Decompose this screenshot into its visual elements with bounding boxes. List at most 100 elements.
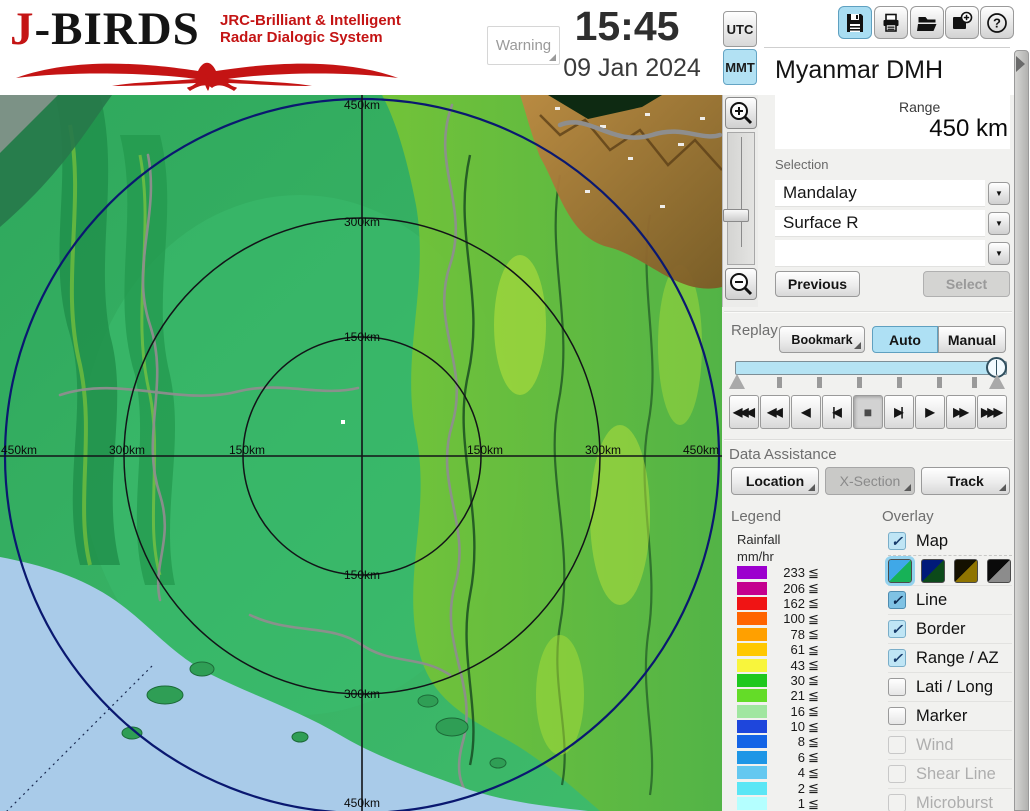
- overlay-item-microburst: Microburst: [888, 789, 1012, 811]
- legend-color-swatch: [737, 735, 767, 748]
- checkbox-border[interactable]: ✓: [888, 620, 906, 638]
- overlay-item-lati-long[interactable]: Lati / Long: [888, 673, 1012, 702]
- legend-row: 2≦: [737, 780, 832, 795]
- clock-time: 15:45: [566, 3, 688, 50]
- print-button[interactable]: [874, 6, 908, 39]
- bookmark-button[interactable]: Bookmark: [779, 326, 865, 353]
- fast-rewind-button[interactable]: ◀◀: [760, 395, 790, 429]
- legend-row: 30≦: [737, 673, 832, 688]
- warning-button[interactable]: Warning: [487, 26, 560, 65]
- checkbox-lati-long[interactable]: [888, 678, 906, 696]
- station-name: Myanmar DMH: [775, 56, 943, 85]
- legend-color-swatch: [737, 797, 767, 810]
- ring-label: 150km: [339, 568, 385, 582]
- legend-row: 206≦: [737, 580, 832, 595]
- logo-birds: -BIRDS: [35, 3, 200, 55]
- map-style-swatch[interactable]: [888, 559, 912, 583]
- checkbox-wind: [888, 736, 906, 754]
- save-button[interactable]: [838, 6, 872, 39]
- overlay-item-wind: Wind: [888, 731, 1012, 760]
- legend-row: 6≦: [737, 750, 832, 765]
- legend-color-swatch: [737, 689, 767, 702]
- separator: [724, 439, 1012, 441]
- legend-color-swatch: [737, 659, 767, 672]
- select-button[interactable]: Select: [923, 271, 1010, 297]
- ring-label: 150km: [224, 443, 270, 457]
- help-button[interactable]: ?: [980, 6, 1014, 39]
- open-file-button[interactable]: [910, 6, 944, 39]
- zoom-in-icon: [728, 100, 754, 126]
- checkbox-range-az[interactable]: ✓: [888, 649, 906, 667]
- checkbox-microburst: [888, 794, 906, 811]
- skip-to-end-button[interactable]: ▶▶▶: [977, 395, 1007, 429]
- product-dropdown-button[interactable]: ▼: [988, 212, 1010, 235]
- site-select-field[interactable]: Mandalay: [775, 180, 985, 207]
- location-button[interactable]: Location: [731, 467, 819, 495]
- step-forward-button[interactable]: ▶|: [884, 395, 914, 429]
- zoom-slider-thumb[interactable]: [723, 209, 749, 222]
- mmt-button[interactable]: MMT: [723, 49, 757, 85]
- previous-button[interactable]: Previous: [775, 271, 860, 297]
- overlay-item-line[interactable]: ✓ Line: [888, 586, 1012, 615]
- overlay-item-marker[interactable]: Marker: [888, 702, 1012, 731]
- replay-timeline-slider[interactable]: [735, 361, 1007, 375]
- timeline-end-marker[interactable]: [989, 374, 1005, 389]
- print-icon: [880, 12, 902, 34]
- checkbox-line[interactable]: ✓: [888, 591, 906, 609]
- option-dropdown-button[interactable]: ▼: [988, 242, 1010, 265]
- export-image-button[interactable]: [945, 6, 979, 39]
- timeline-start-marker[interactable]: [729, 374, 745, 389]
- eagle-icon: [12, 52, 402, 92]
- x-section-button[interactable]: X-Section: [825, 467, 915, 495]
- stop-button[interactable]: ■: [853, 395, 883, 429]
- checkbox-map[interactable]: ✓: [888, 532, 906, 550]
- manual-mode-button[interactable]: Manual: [938, 326, 1006, 353]
- overlay-item-border[interactable]: ✓ Border: [888, 615, 1012, 644]
- panel-scrollbar[interactable]: [1014, 50, 1029, 811]
- collapse-panel-arrow-icon[interactable]: [1016, 56, 1025, 72]
- timeline-tick: [857, 377, 862, 388]
- zoom-slider-track[interactable]: [727, 132, 755, 265]
- timeline-tick: [897, 377, 902, 388]
- legend-row: 4≦: [737, 765, 832, 780]
- legend-color-swatch: [737, 751, 767, 764]
- check-icon: ✓: [891, 533, 903, 550]
- range-value: 450 km: [875, 115, 1008, 143]
- overlay-item-map[interactable]: ✓ Map: [888, 527, 1012, 556]
- ring-label: 300km: [339, 687, 385, 701]
- step-back-button[interactable]: |◀: [822, 395, 852, 429]
- legend-color-swatch: [737, 766, 767, 779]
- play-reverse-button[interactable]: ◀: [791, 395, 821, 429]
- checkbox-shear-line: [888, 765, 906, 783]
- range-label: Range: [899, 99, 940, 115]
- zoom-control: [722, 95, 758, 307]
- legend-color-swatch: [737, 566, 767, 579]
- fast-forward-button[interactable]: ▶▶: [946, 395, 976, 429]
- skip-to-start-button[interactable]: ◀◀◀: [729, 395, 759, 429]
- auto-mode-button[interactable]: Auto: [872, 326, 938, 353]
- legend-row: 10≦: [737, 719, 832, 734]
- track-button[interactable]: Track: [921, 467, 1010, 495]
- radar-site-marker: [341, 420, 345, 424]
- overlay-item-range-az[interactable]: ✓ Range / AZ: [888, 644, 1012, 673]
- header-bar: J-BIRDS JRC-Brilliant & Intelligent Rada…: [0, 0, 1030, 95]
- zoom-out-button[interactable]: [725, 268, 757, 300]
- checkbox-marker[interactable]: [888, 707, 906, 725]
- legend-color-swatch: [737, 582, 767, 595]
- panel-divider: [764, 47, 1010, 48]
- utc-button[interactable]: UTC: [723, 11, 757, 47]
- option-select-field[interactable]: [775, 240, 985, 267]
- radar-map[interactable]: 450km 300km 150km 150km 300km 450km 450k…: [0, 95, 722, 811]
- check-icon: ✓: [891, 650, 903, 667]
- map-style-swatch[interactable]: [921, 559, 945, 583]
- legend-row: 21≦: [737, 688, 832, 703]
- site-dropdown-button[interactable]: ▼: [988, 182, 1010, 205]
- logo-title: J-BIRDS: [10, 2, 200, 56]
- timeline-tick: [937, 377, 942, 388]
- ring-label: 300km: [339, 215, 385, 229]
- play-button[interactable]: ▶: [915, 395, 945, 429]
- map-style-swatch[interactable]: [987, 559, 1011, 583]
- zoom-in-button[interactable]: [725, 97, 757, 129]
- product-select-field[interactable]: Surface R: [775, 210, 985, 237]
- map-style-swatch[interactable]: [954, 559, 978, 583]
